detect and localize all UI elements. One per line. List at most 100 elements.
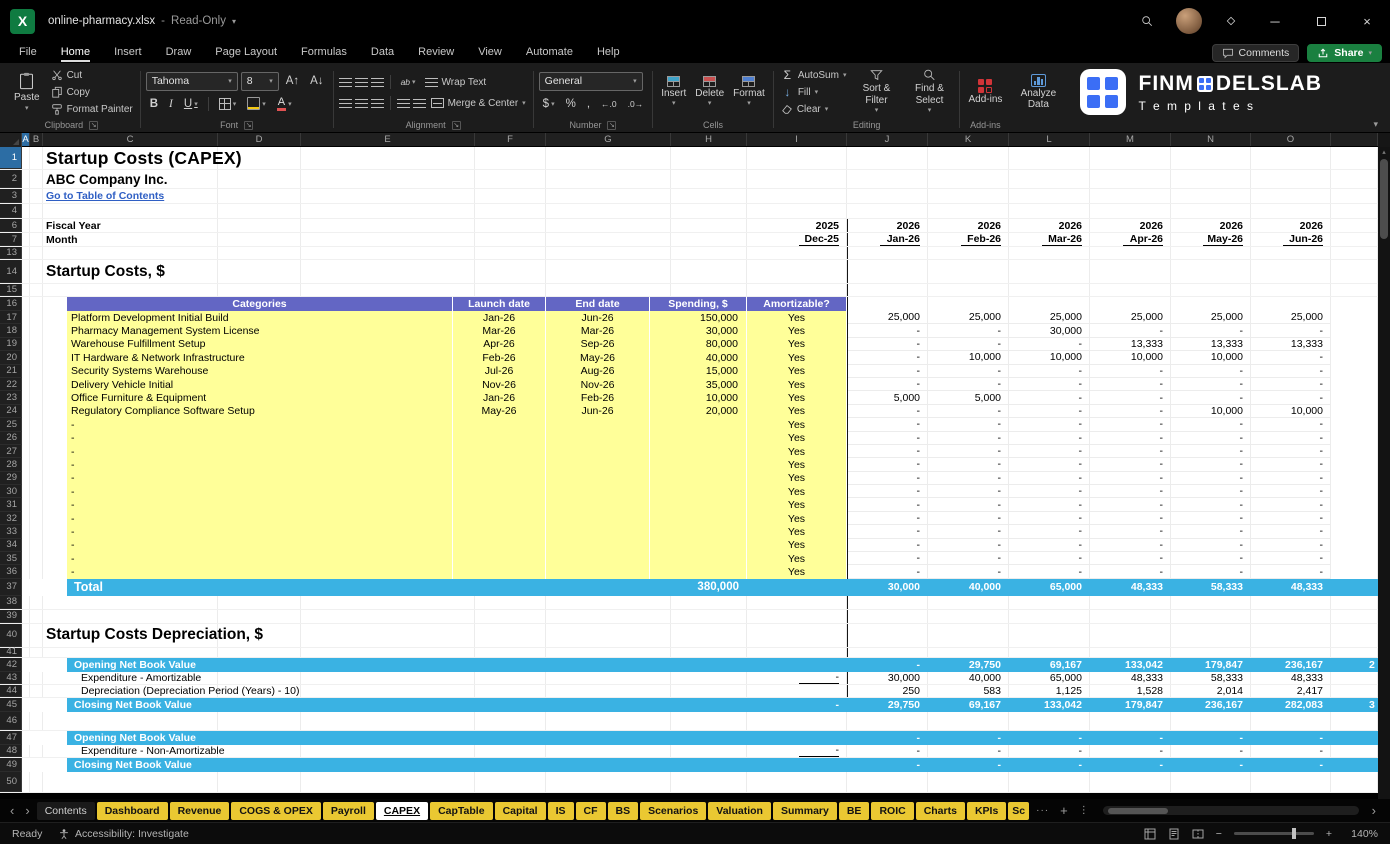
capex-category[interactable]: - [67,538,453,553]
depr-label[interactable]: Closing Net Book Value [71,758,671,772]
cell[interactable]: - [1009,405,1090,419]
cell[interactable]: - [1251,565,1331,579]
cell[interactable]: - [847,324,928,338]
cell[interactable]: 2026 [847,219,928,232]
cell[interactable]: - [1171,552,1251,566]
capex-category[interactable]: Office Furniture & Equipment [67,391,453,405]
cell[interactable]: 25,000 [1171,311,1251,325]
capex-amortizable[interactable]: Yes [747,364,847,378]
share-button[interactable]: Share ▾ [1307,43,1382,62]
cell[interactable]: - [847,552,928,566]
column-header-C[interactable]: C [43,133,218,146]
row-header-23[interactable]: 23 [0,391,22,405]
underline-button[interactable]: U ▾ [180,95,202,113]
capex-launch-date[interactable]: Feb-26 [453,351,546,365]
cell[interactable]: 10,000 [928,351,1009,365]
cell[interactable]: - [1251,351,1331,365]
cell[interactable]: 282,083 [1251,698,1331,712]
cell[interactable]: 236,167 [1171,698,1251,712]
total-value[interactable]: 48,333 [1090,579,1171,596]
cell[interactable]: - [747,672,847,684]
cell[interactable]: - [1009,758,1090,772]
cell[interactable]: - [928,539,1009,553]
column-header-G[interactable]: G [546,133,671,146]
cell[interactable]: Dec-25 [747,233,847,246]
row-header-21[interactable]: 21 [0,364,22,378]
row-header-3[interactable]: 3 [0,189,22,203]
capex-end-date[interactable] [546,538,650,553]
cell[interactable]: 69,167 [1009,658,1090,672]
capex-launch-date[interactable]: Jan-26 [453,311,546,325]
cell[interactable]: - [928,758,1009,772]
row-header-33[interactable]: 33 [0,525,22,539]
font-name-select[interactable]: Tahoma ▾ [145,71,238,91]
cell[interactable]: 2025 [747,219,847,232]
align-bottom-icon[interactable] [370,77,384,87]
cell[interactable]: 10,000 [1171,405,1251,419]
cell[interactable]: 25,000 [1090,311,1171,325]
column-header-I[interactable]: I [747,133,847,146]
cell[interactable]: - [1251,539,1331,553]
cell[interactable]: 2,417 [1251,685,1331,697]
capex-launch-date[interactable] [453,565,546,579]
cell[interactable]: - [1090,539,1171,553]
cell[interactable]: - [1251,525,1331,539]
cell[interactable]: - [1090,731,1171,745]
row-header-19[interactable]: 19 [0,337,22,352]
cell[interactable]: - [847,378,928,392]
capex-category[interactable]: - [67,485,453,499]
cut-button[interactable]: Cut [49,67,135,83]
sheet-nav-right-icon[interactable]: › [21,803,33,818]
sheet-tab-kpis[interactable]: KPIs [966,801,1007,820]
row-header-48[interactable]: 48 [0,744,22,757]
normal-view-icon[interactable] [1144,828,1156,840]
decrease-decimal-button[interactable]: .0→ [624,95,648,113]
capex-spending[interactable] [650,525,747,539]
sheet-tab-contents[interactable]: Contents [36,801,95,820]
format-cells-button[interactable]: Format ▾ [730,75,768,110]
borders-button[interactable]: ▾ [215,95,241,113]
column-header-H[interactable]: H [671,133,747,146]
fill-button[interactable]: ↓ Fill ▾ [779,84,849,100]
capex-end-date[interactable] [546,471,650,486]
capex-category[interactable]: - [67,418,453,432]
capex-amortizable[interactable]: Yes [747,444,847,459]
cell[interactable]: - [928,445,1009,459]
alignment-dialog-launcher-icon[interactable]: ↘ [451,120,461,130]
cell[interactable]: - [1171,745,1251,757]
capex-column-header[interactable]: Launch date [453,297,546,311]
cell[interactable]: - [928,418,1009,432]
vertical-scrollbar[interactable]: ▴ [1378,147,1390,799]
cell[interactable]: - [847,432,928,445]
cell[interactable]: - [1009,418,1090,432]
total-value[interactable]: 40,000 [928,579,1009,596]
row-header-30[interactable]: 30 [0,485,22,499]
ribbon-tab-file[interactable]: File [8,44,48,62]
cell[interactable]: - [1009,432,1090,445]
row-header-6[interactable]: 6 [0,219,22,232]
cell[interactable]: - [1171,378,1251,392]
cell[interactable]: - [847,512,928,526]
capex-spending[interactable]: 150,000 [650,311,747,325]
total-value[interactable]: 58,333 [1171,579,1251,596]
capex-launch-date[interactable]: Jan-26 [453,391,546,405]
cell[interactable]: 48,333 [1251,672,1331,684]
increase-decimal-button[interactable]: ←.0 [597,95,621,113]
zoom-slider[interactable] [1233,828,1314,839]
number-format-select[interactable]: General ▾ [538,71,643,91]
cell[interactable]: - [928,378,1009,392]
capex-launch-date[interactable] [453,418,546,432]
row-header-1[interactable]: 1 [0,147,22,169]
cell[interactable]: 5,000 [847,391,928,405]
close-button[interactable]: × [1344,0,1390,42]
row-header-27[interactable]: 27 [0,444,22,459]
vertical-scrollbar-thumb[interactable] [1380,159,1388,239]
capex-launch-date[interactable]: Apr-26 [453,337,546,352]
capex-amortizable[interactable]: Yes [747,431,847,445]
row-header-14[interactable]: 14 [0,260,22,283]
cell[interactable]: - [847,539,928,553]
cell[interactable]: - [847,418,928,432]
cell[interactable]: 2026 [1251,219,1331,232]
row-header-45[interactable]: 45 [0,697,22,712]
capex-category[interactable]: Platform Development Initial Build [67,311,453,325]
